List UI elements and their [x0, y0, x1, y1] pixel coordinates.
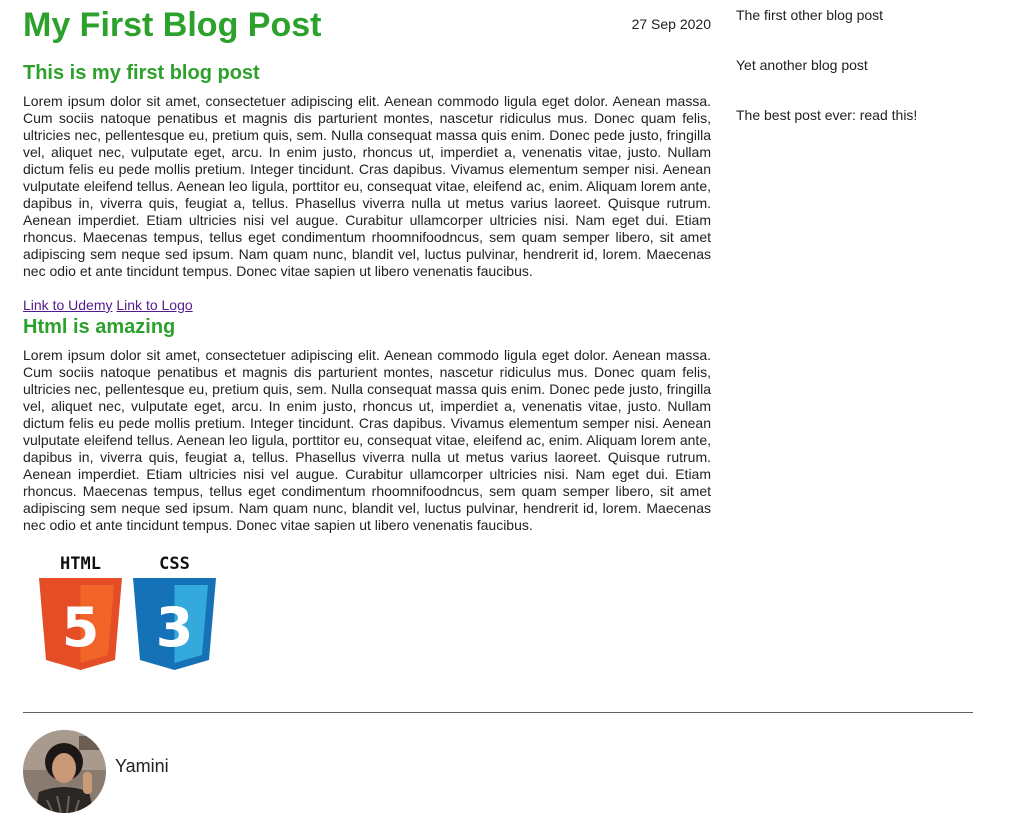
- logo-link[interactable]: Link to Logo: [116, 297, 192, 313]
- post-title: My First Blog Post: [23, 6, 322, 44]
- section-heading-second: Html is amazing: [23, 316, 176, 338]
- css3-logo-icon: CSS 3: [133, 554, 216, 670]
- sidebar: The first other blog post Yet another bl…: [736, 7, 1016, 157]
- logo-image: HTML 5 CSS 3: [39, 552, 711, 670]
- post-date: 27 Sep 2020: [631, 16, 711, 32]
- sidebar-item-best-post-ever[interactable]: The best post ever: read this!: [736, 107, 1016, 157]
- post-links: Link to Udemy Link to Logo: [23, 297, 711, 313]
- sidebar-item-yet-another-post[interactable]: Yet another blog post: [736, 57, 1016, 107]
- blog-post: My First Blog Post 27 Sep 2020 This is m…: [23, 0, 711, 670]
- author-box: Yamini: [23, 730, 169, 813]
- css-logo-label: CSS: [159, 554, 190, 574]
- html-logo-number: 5: [62, 596, 100, 659]
- author-avatar-photo-icon: [23, 730, 106, 813]
- html5-logo-icon: HTML 5: [39, 554, 122, 670]
- udemy-link[interactable]: Link to Udemy: [23, 297, 112, 313]
- section-heading-first: This is my first blog post: [23, 62, 260, 84]
- section-paragraph-second: Lorem ipsum dolor sit amet, consectetuer…: [23, 347, 711, 533]
- sidebar-item-first-other-post[interactable]: The first other blog post: [736, 7, 1016, 57]
- post-header: My First Blog Post 27 Sep 2020: [23, 0, 711, 52]
- author-avatar: [23, 730, 106, 813]
- html-logo-label: HTML: [60, 554, 101, 574]
- page: My First Blog Post 27 Sep 2020 This is m…: [0, 0, 1033, 839]
- css-logo-number: 3: [156, 596, 194, 659]
- author-name: Yamini: [115, 755, 169, 776]
- footer-divider: [23, 712, 973, 713]
- section-paragraph-first: Lorem ipsum dolor sit amet, consectetuer…: [23, 93, 711, 279]
